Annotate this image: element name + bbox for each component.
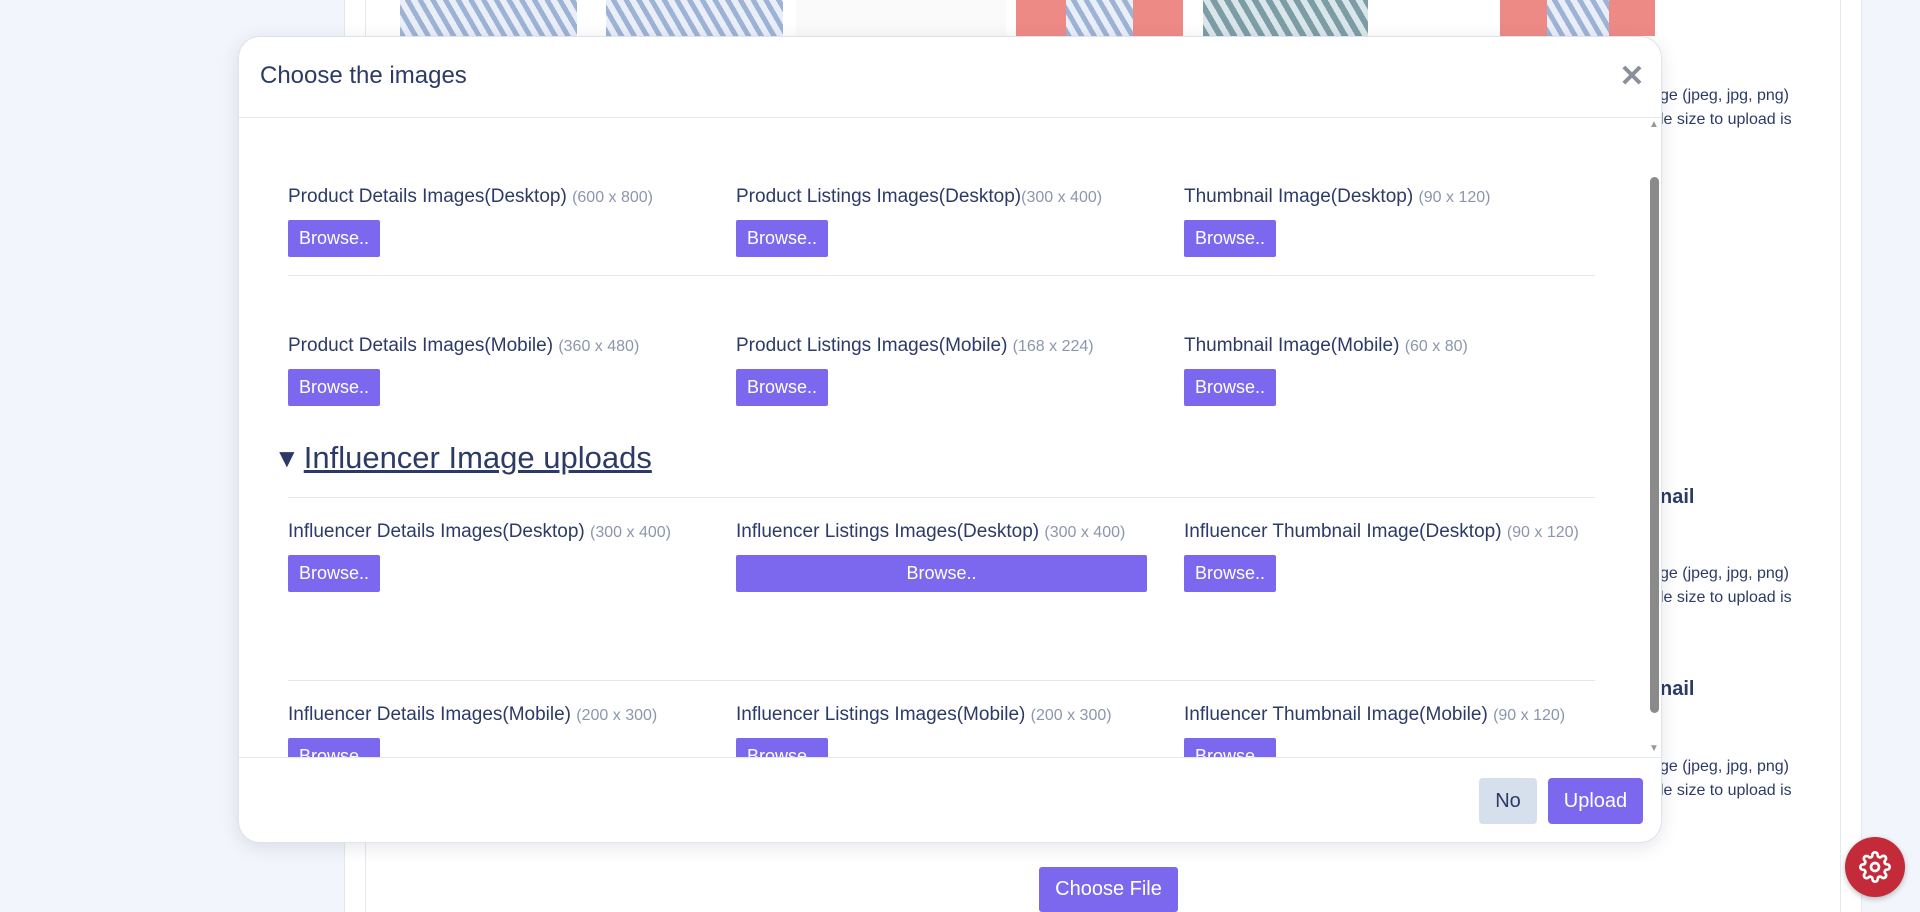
upload-hint-text: ge (jpeg, jpg, png) — [1660, 87, 1789, 104]
scroll-down-arrow-icon[interactable]: ▼ — [1648, 743, 1660, 755]
field-size: (60 x 80) — [1404, 338, 1468, 355]
upload-hint-text: ge (jpeg, jpg, png) — [1660, 565, 1789, 582]
field-label: Influencer Details Images(Desktop) (300 … — [288, 521, 671, 542]
field-size: (200 x 300) — [1030, 707, 1112, 724]
gear-icon — [1859, 851, 1891, 883]
browse-button[interactable]: Browse.. — [288, 369, 381, 406]
field-size: (360 x 480) — [558, 338, 640, 355]
upload-hint-text: le size to upload is — [1660, 589, 1792, 606]
product-image-placeholder — [796, 0, 1006, 36]
browse-button[interactable]: Browse.. — [288, 738, 381, 757]
browse-button[interactable]: Browse.. — [288, 555, 381, 592]
browse-button[interactable]: Browse.. — [1184, 369, 1277, 406]
upload-field-influencer-listings-desktop: Influencer Listings Images(Desktop) (300… — [736, 519, 1156, 592]
scroll-up-arrow-icon[interactable]: ▲ — [1648, 119, 1660, 131]
field-label: Product Listings Images(Mobile) (168 x 2… — [736, 335, 1094, 356]
upload-field-product-details-mobile: Product Details Images(Mobile) (360 x 48… — [288, 333, 708, 406]
field-label: Thumbnail Image(Mobile) (60 x 80) — [1184, 335, 1468, 356]
influencer-section-toggle[interactable]: ▼ Influencer Image uploads — [274, 440, 652, 476]
modal-footer: No Upload — [239, 757, 1661, 842]
field-size: (90 x 120) — [1418, 189, 1491, 206]
upload-field-thumbnail-desktop: Thumbnail Image(Desktop) (90 x 120) Brow… — [1184, 184, 1604, 257]
browse-button[interactable]: Browse.. — [736, 555, 1147, 592]
divider — [288, 497, 1595, 498]
section-heading-fragment: nail — [1660, 486, 1695, 508]
image-upload-modal: Choose the images ✕ Product Details Imag… — [238, 36, 1662, 843]
upload-field-thumbnail-mobile: Thumbnail Image(Mobile) (60 x 80) Browse… — [1184, 333, 1604, 406]
field-label: Thumbnail Image(Desktop) (90 x 120) — [1184, 186, 1491, 207]
choose-file-button[interactable]: Choose File — [1039, 867, 1178, 912]
scrollbar-thumb[interactable] — [1650, 177, 1659, 713]
upload-button[interactable]: Upload — [1548, 778, 1643, 824]
close-button[interactable]: ✕ — [1617, 59, 1647, 93]
modal-body: Product Details Images(Desktop) (600 x 8… — [239, 119, 1661, 757]
browse-button[interactable]: Browse.. — [288, 220, 381, 257]
upload-hint-text: ge (jpeg, jpg, png) — [1660, 758, 1789, 775]
browse-button[interactable]: Browse.. — [736, 220, 829, 257]
upload-field-product-details-desktop: Product Details Images(Desktop) (600 x 8… — [288, 184, 708, 257]
field-label: Product Details Images(Desktop) (600 x 8… — [288, 186, 653, 207]
field-size: (168 x 224) — [1012, 338, 1094, 355]
field-size: (300 x 400) — [1021, 189, 1103, 206]
divider — [288, 680, 1595, 681]
field-label: Product Listings Images(Desktop)(300 x 4… — [736, 186, 1103, 207]
section-heading-fragment: nail — [1660, 678, 1695, 700]
field-size: (90 x 120) — [1506, 524, 1579, 541]
close-icon: ✕ — [1619, 59, 1645, 93]
browse-button[interactable]: Browse.. — [1184, 738, 1277, 757]
product-image-thumbnail — [1500, 0, 1655, 36]
upload-field-influencer-listings-mobile: Influencer Listings Images(Mobile) (200 … — [736, 702, 1156, 757]
upload-field-influencer-details-mobile: Influencer Details Images(Mobile) (200 x… — [288, 702, 708, 757]
product-image-thumbnail — [1203, 0, 1368, 36]
upload-field-product-listings-mobile: Product Listings Images(Mobile) (168 x 2… — [736, 333, 1156, 406]
upload-field-influencer-thumbnail-mobile: Influencer Thumbnail Image(Mobile) (90 x… — [1184, 702, 1614, 757]
modal-scrollbar[interactable]: ▲ ▼ — [1647, 119, 1661, 757]
upload-field-influencer-details-desktop: Influencer Details Images(Desktop) (300 … — [288, 519, 708, 592]
field-size: (200 x 300) — [576, 707, 658, 724]
field-label: Product Details Images(Mobile) (360 x 48… — [288, 335, 640, 356]
product-image-thumbnail — [1016, 0, 1183, 36]
field-label: Influencer Listings Images(Desktop) (300… — [736, 521, 1126, 542]
field-size: (300 x 400) — [1044, 524, 1126, 541]
field-label: Influencer Thumbnail Image(Desktop) (90 … — [1184, 521, 1579, 542]
modal-header: Choose the images ✕ — [239, 37, 1661, 118]
product-image-thumbnail — [400, 0, 577, 36]
field-label: Influencer Thumbnail Image(Mobile) (90 x… — [1184, 704, 1566, 725]
collapse-triangle-icon: ▼ — [274, 442, 300, 473]
field-label: Influencer Listings Images(Mobile) (200 … — [736, 704, 1112, 725]
browse-button[interactable]: Browse.. — [1184, 555, 1277, 592]
modal-title: Choose the images — [260, 62, 467, 89]
upload-field-product-listings-desktop: Product Listings Images(Desktop)(300 x 4… — [736, 184, 1156, 257]
settings-button[interactable] — [1845, 837, 1905, 897]
browse-button[interactable]: Browse.. — [736, 369, 829, 406]
field-size: (300 x 400) — [590, 524, 671, 541]
field-label: Influencer Details Images(Mobile) (200 x… — [288, 704, 658, 725]
section-title-link[interactable]: Influencer Image uploads — [304, 440, 652, 476]
upload-hint-text: le size to upload is — [1660, 782, 1792, 799]
field-size: (600 x 800) — [572, 189, 653, 206]
product-image-thumbnail — [606, 0, 783, 36]
no-button[interactable]: No — [1479, 778, 1537, 824]
upload-hint-text: le size to upload is — [1660, 111, 1792, 128]
browse-button[interactable]: Browse.. — [736, 738, 829, 757]
upload-field-influencer-thumbnail-desktop: Influencer Thumbnail Image(Desktop) (90 … — [1184, 519, 1594, 592]
field-size: (90 x 120) — [1493, 707, 1566, 724]
browse-button[interactable]: Browse.. — [1184, 220, 1277, 257]
divider — [288, 275, 1595, 276]
